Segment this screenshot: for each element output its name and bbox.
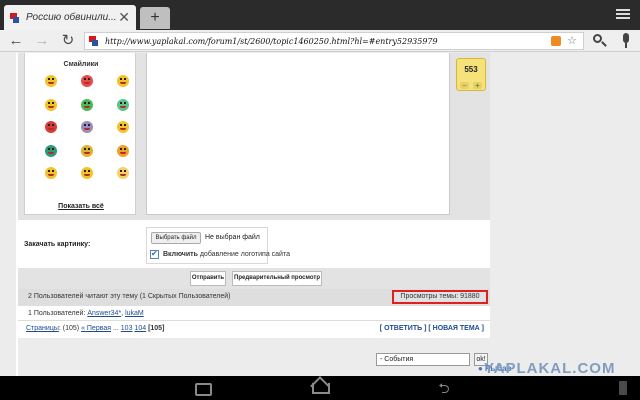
user-link-answer34[interactable]: Answer34*: [87, 310, 121, 317]
search-icon[interactable]: [592, 33, 608, 49]
reply-link[interactable]: [ ОТВЕТИТЬ ]: [380, 325, 427, 332]
tab-title: Россию обвинили...: [26, 12, 117, 23]
tongue-smiley-icon[interactable]: [45, 145, 57, 157]
logo-checkbox-label: Включить добавление логотипа сайта: [163, 251, 290, 258]
users-prefix: 1 Пользователей:: [28, 310, 88, 317]
readers-row: 2 Пользователей читают эту тему (1 Скрыт…: [18, 289, 490, 306]
online-users-row: 1 Пользователей: Answer34*, lukaM: [18, 306, 490, 321]
gun-smiley-icon[interactable]: [45, 121, 57, 133]
waving-smiley-icon[interactable]: [117, 121, 129, 133]
show-all-smileys-link[interactable]: Показать всё: [25, 203, 137, 210]
readers-text: 2 Пользователей читают эту тему (1 Скрыт…: [28, 293, 231, 300]
user-link-lukam[interactable]: lukaM: [125, 310, 144, 317]
forward-arrow-icon[interactable]: →: [32, 31, 52, 51]
image-upload-row: Закачать картинку: Выбрать файл Не выбра…: [18, 220, 490, 268]
pagination-ellipsis: ...: [111, 325, 121, 332]
browser-toolbar: ← → ↻ http://www.yaplakal.com/forum1/st/…: [0, 30, 640, 52]
tabs-menu-icon[interactable]: [616, 7, 630, 21]
recent-apps-icon[interactable]: [188, 376, 216, 400]
green-grin-smiley-icon[interactable]: [81, 99, 93, 111]
events-select[interactable]: - События: [376, 353, 470, 366]
microphone-icon[interactable]: [620, 33, 632, 49]
submit-button[interactable]: Отправить: [190, 271, 226, 286]
browser-tab[interactable]: Россию обвинили... ✕: [4, 5, 136, 30]
page-103-link[interactable]: 103: [121, 325, 133, 332]
character-counter: 553 − +: [456, 58, 486, 91]
page-viewport: Смайлики Показать всё 553 − + Закачать к…: [0, 53, 640, 376]
rss-feed-icon[interactable]: [551, 36, 561, 46]
logo-label-bold: Включить: [163, 251, 198, 258]
form-buttons-row: Отправить Предварительный просмотр: [18, 268, 490, 289]
reload-icon[interactable]: ↻: [58, 31, 78, 51]
choose-file-button[interactable]: Выбрать файл: [151, 232, 201, 244]
increase-button[interactable]: +: [473, 82, 482, 90]
green-smile-icon[interactable]: [117, 99, 129, 111]
site-watermark: ● Рыбар YAPLAKAL.COM: [478, 360, 614, 376]
pagination-row: Страницы: (105) « Первая ... 103 104 [10…: [18, 321, 490, 338]
tab-strip: Россию обвинили... ✕ +: [0, 0, 640, 30]
reply-form: Смайлики Показать всё 553 − +: [18, 53, 490, 220]
close-tab-icon[interactable]: ✕: [118, 9, 130, 26]
logo-checkbox[interactable]: [150, 249, 159, 259]
system-navigation-bar: ⮌: [0, 376, 640, 400]
pointing-smiley-icon[interactable]: [45, 167, 57, 179]
system-back-icon[interactable]: ⮌: [430, 376, 458, 400]
preview-button[interactable]: Предварительный просмотр: [232, 271, 322, 286]
smileys-panel: Смайлики Показать всё: [24, 53, 136, 215]
message-textarea[interactable]: [146, 53, 450, 215]
first-page-link[interactable]: « Первая: [81, 325, 111, 332]
new-topic-link[interactable]: [ НОВАЯ ТЕМА ]: [428, 325, 484, 332]
site-favicon-icon: [89, 36, 99, 46]
cool-smiley-icon[interactable]: [117, 75, 129, 87]
watermark-text: YAPLAKAL.COM: [484, 360, 616, 376]
back-arrow-icon[interactable]: ←: [6, 31, 26, 51]
page-104-link[interactable]: 104: [134, 325, 146, 332]
current-page: [105]: [148, 325, 165, 332]
page-count: : (105): [58, 325, 82, 332]
pagination: Страницы: (105) « Первая ... 103 104 [10…: [26, 325, 164, 332]
new-tab-button[interactable]: +: [140, 7, 170, 29]
topic-actions: [ ОТВЕТИТЬ ] [ НОВАЯ ТЕМА ]: [380, 325, 484, 332]
party-smiley-icon[interactable]: [81, 145, 93, 157]
address-bar[interactable]: http://www.yaplakal.com/forum1/st/2600/t…: [84, 32, 584, 50]
hug-smiley-icon[interactable]: [117, 145, 129, 157]
clown-smiley-icon[interactable]: [81, 167, 93, 179]
decrease-button[interactable]: −: [460, 82, 469, 90]
topic-views-counter: Просмотры темы: 91880: [392, 290, 488, 304]
forum-page: Смайлики Показать всё 553 − + Закачать к…: [16, 53, 490, 376]
counter-value: 553: [464, 65, 478, 74]
battery-icon: [616, 376, 640, 400]
logo-label-rest: добавление логотипа сайта: [197, 251, 290, 258]
upload-box: Выбрать файл Не выбран файл Включить доб…: [146, 227, 290, 264]
file-status: Не выбран файл: [205, 234, 260, 241]
angry-red-smiley-icon[interactable]: [81, 75, 93, 87]
laughing-smiley-icon[interactable]: [45, 75, 57, 87]
bookmark-star-icon[interactable]: ☆: [567, 34, 577, 47]
site-favicon-icon: [10, 12, 20, 23]
smileys-title: Смайлики: [63, 61, 99, 68]
home-icon[interactable]: [306, 376, 334, 400]
upload-label: Закачать картинку:: [24, 241, 91, 248]
pages-link[interactable]: Страницы: [26, 325, 59, 332]
alien-smiley-icon[interactable]: [81, 121, 93, 133]
url-text[interactable]: http://www.yaplakal.com/forum1/st/2600/t…: [105, 37, 438, 46]
thumbs-up-smiley-icon[interactable]: [45, 99, 57, 111]
online-users-text: 1 Пользователей: Answer34*, lukaM: [28, 310, 144, 317]
sparkle-icon[interactable]: [117, 167, 129, 179]
